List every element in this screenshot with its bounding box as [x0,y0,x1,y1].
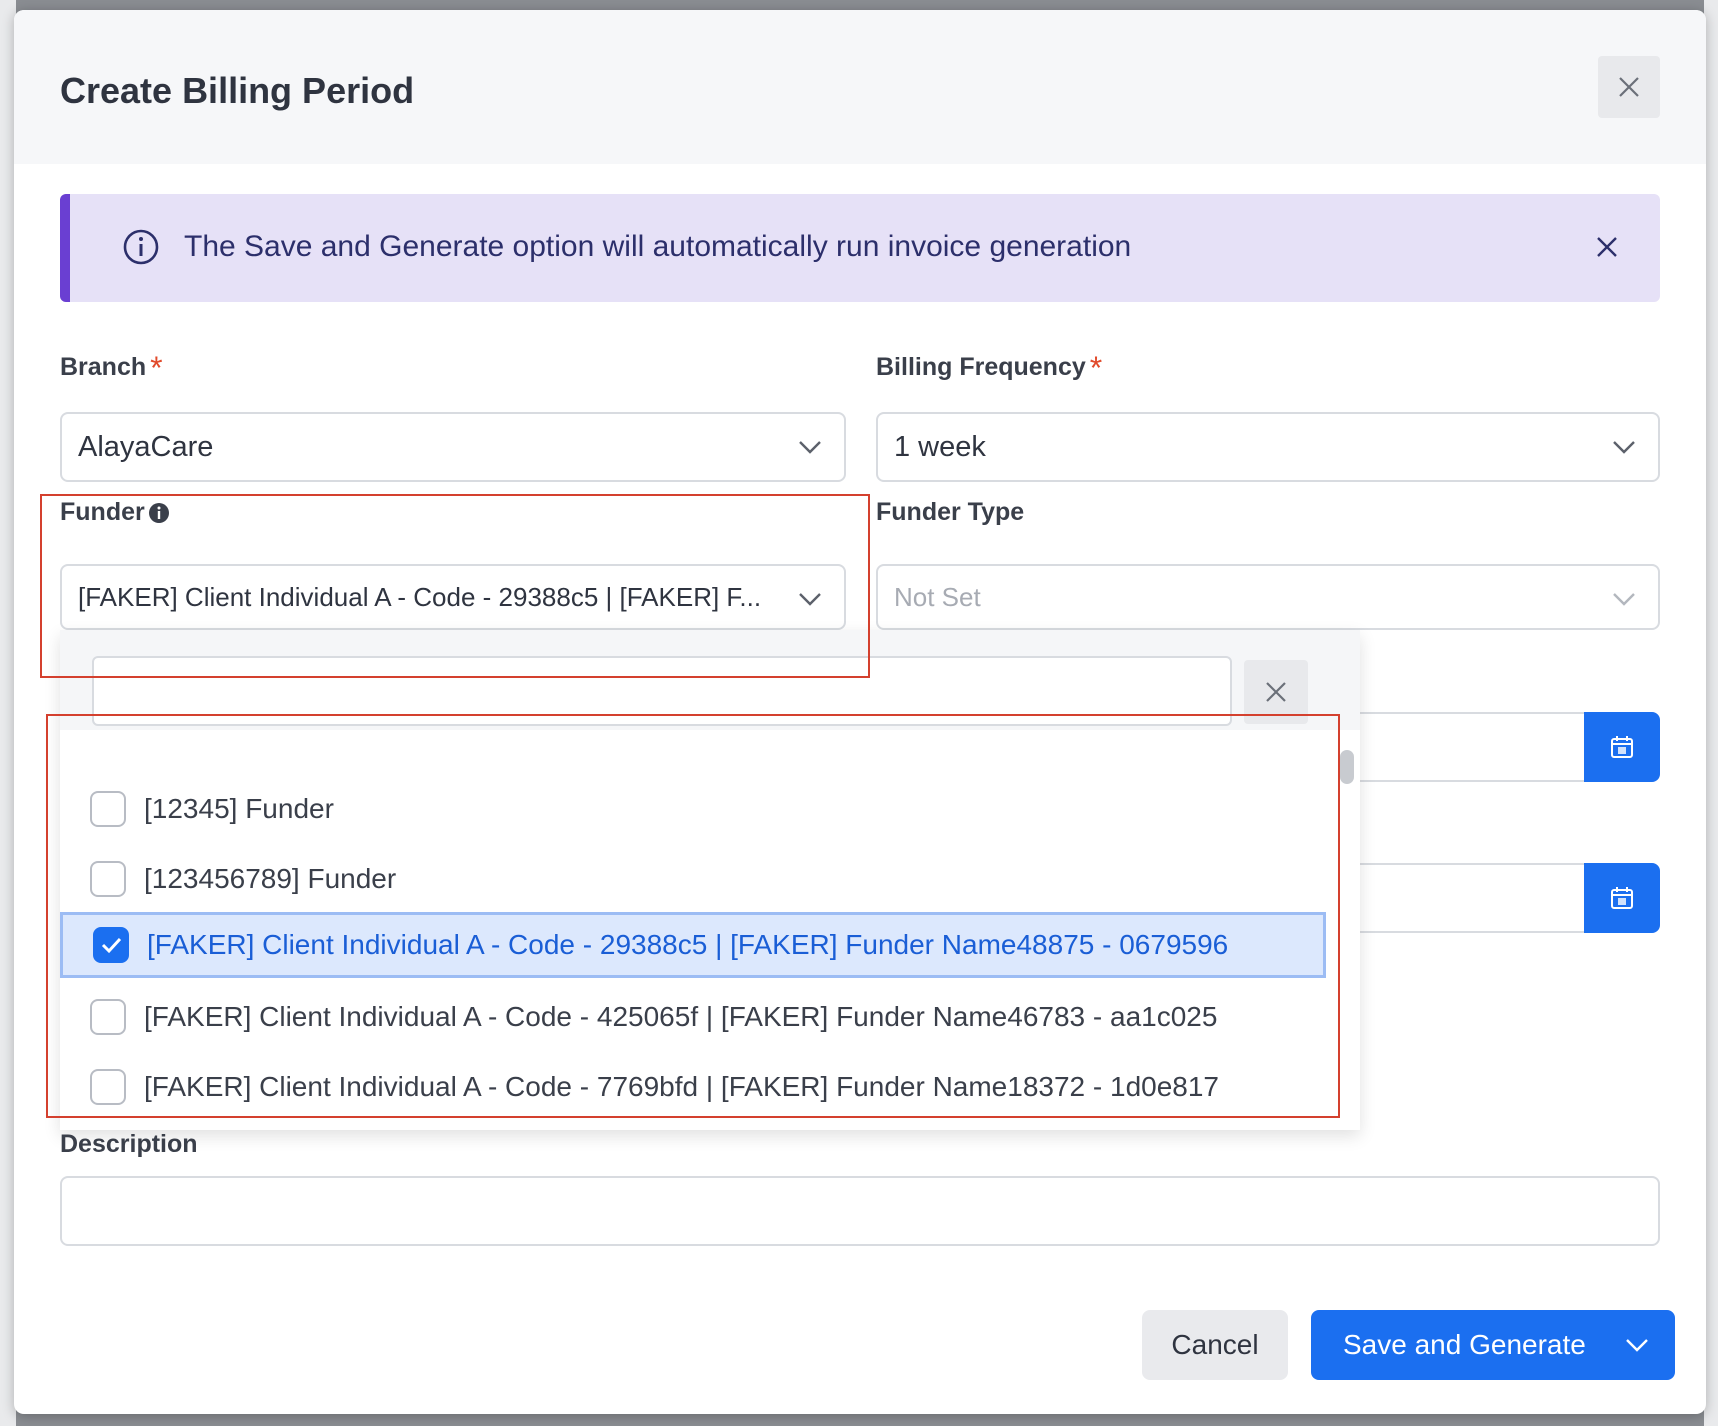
save-and-generate-button[interactable]: Save and Generate [1311,1310,1675,1380]
close-icon [1266,682,1286,702]
chevron-down-icon [1613,593,1635,606]
branch-label: Branch * [60,350,163,386]
funder-type-value: Not Set [894,581,981,612]
start-date-picker-button[interactable] [1584,712,1660,782]
chevron-down-icon[interactable] [1625,1336,1649,1354]
required-mark: * [1089,350,1103,386]
billing-frequency-label: Billing Frequency * [876,350,1103,386]
description-label: Description [60,1130,198,1158]
create-billing-period-modal: Create Billing Period The Save and Gener… [14,10,1706,1414]
billing-frequency-value: 1 week [894,430,986,463]
billing-frequency-select[interactable]: 1 week [876,412,1660,482]
background-page-right [1704,0,1718,1426]
funder-type-label: Funder Type [876,498,1025,526]
required-mark: * [150,350,163,386]
info-icon [123,229,159,265]
annotation-highlight-funder [40,494,870,678]
chevron-down-icon [799,441,821,454]
banner-text: The Save and Generate option will automa… [184,230,1132,263]
description-input[interactable] [60,1176,1660,1246]
modal-header: Create Billing Period [14,10,1706,164]
end-date-picker-button[interactable] [1584,863,1660,933]
calendar-icon [1611,887,1633,909]
calendar-icon [1611,736,1633,758]
info-banner: The Save and Generate option will automa… [60,194,1660,302]
dropdown-scrollbar[interactable] [1340,750,1354,784]
branch-select-value: AlayaCare [78,430,214,463]
funder-type-select: Not Set [876,564,1660,630]
chevron-down-icon [1613,441,1635,454]
annotation-highlight-options [46,714,1340,1118]
branch-select[interactable]: AlayaCare [60,412,846,482]
banner-close-button[interactable] [1590,230,1624,264]
close-icon [1619,77,1639,97]
save-and-generate-label: Save and Generate [1343,1329,1586,1360]
cancel-button[interactable]: Cancel [1142,1310,1288,1380]
modal-title: Create Billing Period [60,70,415,111]
modal-close-button[interactable] [1598,56,1660,118]
close-icon [1597,237,1617,257]
